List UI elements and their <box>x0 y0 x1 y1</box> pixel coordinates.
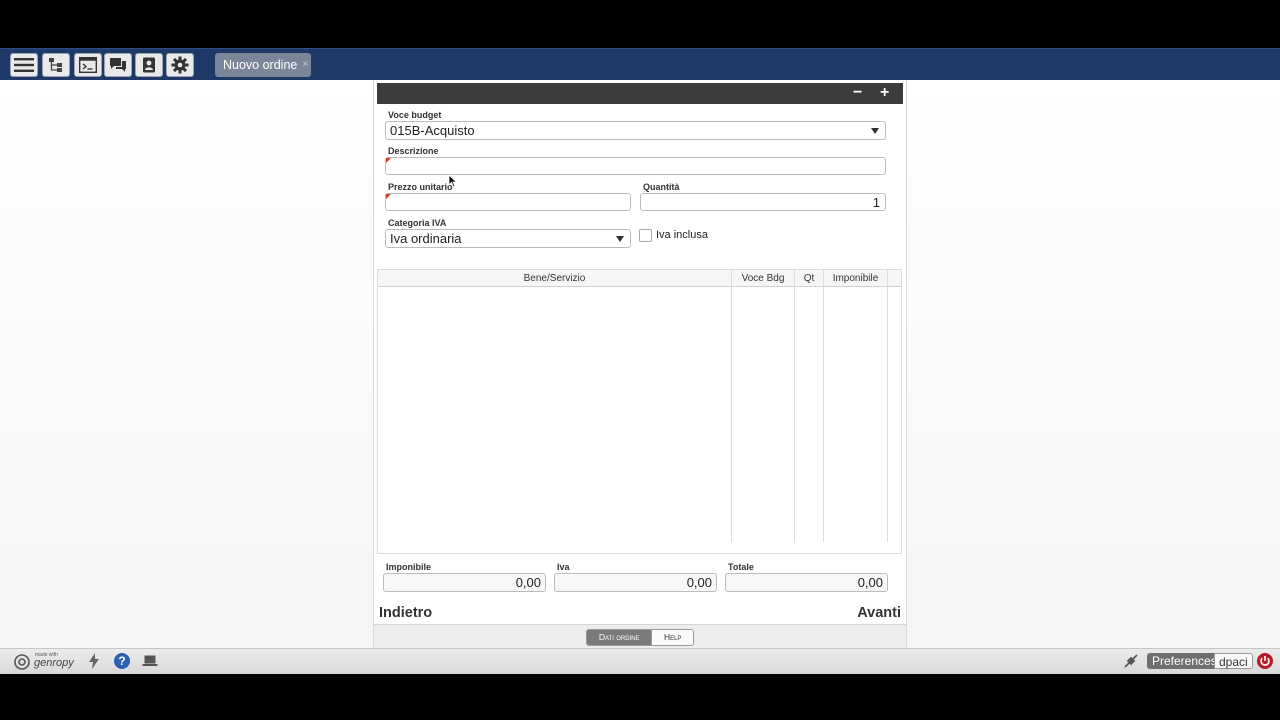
imponibile-total: 0,00 <box>383 573 546 592</box>
footer-tabs: Dati ordine Help <box>586 629 694 646</box>
gear-icon <box>171 56 189 74</box>
preferences-button[interactable]: Preferences <box>1147 653 1222 669</box>
connection-icon[interactable] <box>1123 653 1139 674</box>
menu-button[interactable] <box>10 53 38 77</box>
voce-budget-select[interactable]: 015B-Acquisto <box>385 121 886 140</box>
voce-budget-label: Voce budget <box>388 110 442 120</box>
column-header-qt[interactable]: Qt <box>795 270 823 287</box>
descrizione-field[interactable] <box>385 157 886 175</box>
descrizione-label: Descrizione <box>388 146 439 156</box>
tab-help[interactable]: Help <box>651 630 693 645</box>
terminal-button[interactable] <box>74 53 102 77</box>
power-icon[interactable] <box>1257 653 1273 669</box>
collapse-button[interactable]: − <box>853 83 862 103</box>
column-divider <box>731 270 732 542</box>
column-header-voce-bdg[interactable]: Voce Bdg <box>732 270 794 287</box>
brand-text: genropy <box>34 657 74 669</box>
tab-label: Nuovo ordine <box>223 58 298 72</box>
imponibile-label: Imponibile <box>386 562 431 572</box>
column-header-imponibile[interactable]: Imponibile <box>824 270 887 287</box>
tab-dati-ordine[interactable]: Dati ordine <box>587 630 652 645</box>
iva-label: Iva <box>557 562 570 572</box>
categoria-iva-value: Iva ordinaria <box>390 231 462 246</box>
tab-close-icon[interactable]: × <box>303 53 309 77</box>
quantita-value: 1 <box>872 195 880 210</box>
tab-nuovo-ordine[interactable]: Nuovo ordine × <box>215 53 312 77</box>
required-marker <box>386 194 391 199</box>
chevron-down-icon <box>871 128 879 134</box>
tree-button[interactable] <box>42 53 70 77</box>
prezzo-field[interactable] <box>385 193 631 211</box>
totale-total: 0,00 <box>725 573 888 592</box>
genropy-logo[interactable]: made with genropy <box>13 652 74 670</box>
back-button[interactable]: Indietro <box>379 605 432 621</box>
help-icon[interactable]: ? <box>114 653 130 669</box>
terminal-icon <box>79 57 97 73</box>
required-marker <box>386 158 391 163</box>
iva-inclusa-checkbox[interactable] <box>639 229 652 242</box>
column-header-bene[interactable]: Bene/Servizio <box>378 270 731 287</box>
chevron-down-icon <box>616 236 624 242</box>
tree-icon <box>48 57 64 73</box>
user-button[interactable]: dpaci <box>1214 653 1253 669</box>
quantita-label: Quantità <box>643 182 680 192</box>
iva-total: 0,00 <box>554 573 717 592</box>
iva-inclusa-label: Iva inclusa <box>656 229 708 241</box>
column-header-filler <box>888 270 901 287</box>
voce-budget-value: 015B-Acquisto <box>390 123 475 138</box>
column-divider <box>823 270 824 542</box>
menu-icon <box>14 57 34 73</box>
categoria-iva-label: Categoria IVA <box>388 218 447 228</box>
settings-button[interactable] <box>166 53 194 77</box>
chat-button[interactable] <box>104 53 132 77</box>
quantita-field[interactable]: 1 <box>640 193 886 211</box>
column-divider <box>794 270 795 542</box>
laptop-icon[interactable] <box>142 654 158 673</box>
totale-label: Totale <box>728 562 754 572</box>
prezzo-label: Prezzo unitario <box>388 182 453 192</box>
chat-icon <box>108 57 128 73</box>
panel-header: − + <box>377 83 903 104</box>
contacts-icon <box>141 57 157 73</box>
mouse-cursor-icon <box>448 174 458 193</box>
contacts-button[interactable] <box>135 53 163 77</box>
column-divider <box>887 270 888 542</box>
categoria-iva-select[interactable]: Iva ordinaria <box>385 229 631 248</box>
expand-button[interactable]: + <box>880 83 889 103</box>
bottom-bar <box>0 648 1280 674</box>
lightning-icon[interactable] <box>88 653 100 674</box>
genropy-logo-icon <box>14 654 30 670</box>
next-button[interactable]: Avanti <box>857 605 901 621</box>
top-toolbar: Nuovo ordine × <box>0 48 1280 80</box>
